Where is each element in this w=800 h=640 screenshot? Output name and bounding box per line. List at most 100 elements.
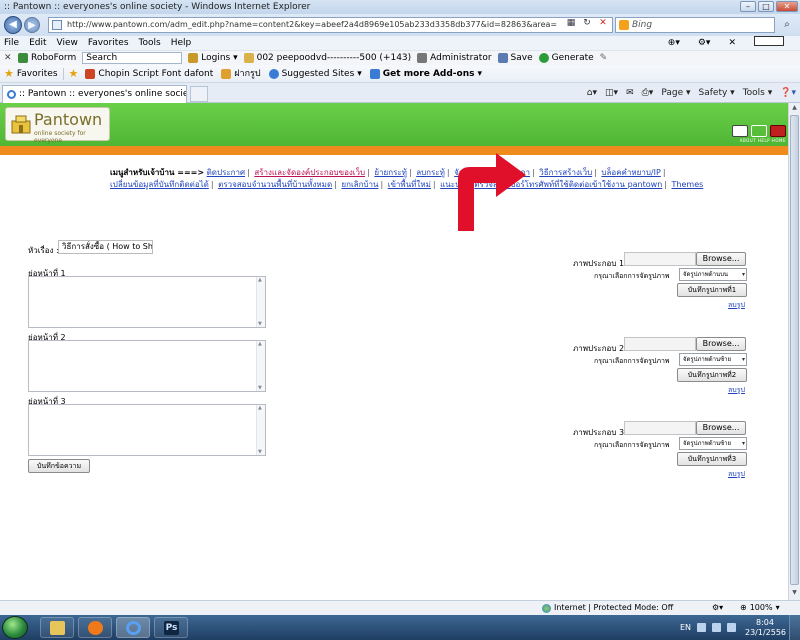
- passcard-button[interactable]: 002 peepoodvd----------500 (+143): [243, 51, 411, 65]
- image-3-align-select[interactable]: จัดรูปภาพด้านซ้าย ▾: [679, 437, 747, 450]
- image-1-align-select[interactable]: จัดรูปภาพด้านบน ▾: [679, 268, 747, 281]
- scroll-thumb[interactable]: [790, 115, 799, 585]
- menu-favorites[interactable]: Favorites: [88, 36, 129, 50]
- nav-link-change-contact[interactable]: เปลี่ยนข้อมูลที่บันทึกติดต่อได้: [110, 180, 209, 189]
- show-desktop-button[interactable]: [789, 615, 800, 640]
- nav-link-move-topic[interactable]: ย้ายกระทู้: [374, 168, 407, 177]
- security-zone[interactable]: Internet | Protected Mode: Off: [542, 601, 673, 615]
- logins-button[interactable]: Logins ▾: [188, 51, 238, 65]
- roboform-button[interactable]: RoboForm: [18, 51, 76, 65]
- nav-link-howto-build[interactable]: วิธีการสร้างเว็บ: [539, 168, 592, 177]
- image-2-file-input[interactable]: [624, 337, 696, 351]
- home-icon[interactable]: ⌂▾: [587, 86, 597, 100]
- search-box[interactable]: Bing: [615, 17, 775, 33]
- image-1-delete-link[interactable]: ลบรูป: [728, 300, 745, 311]
- forward-button[interactable]: ▶: [24, 17, 40, 33]
- fav-suggested-sites[interactable]: Suggested Sites: [282, 65, 355, 83]
- tray-arrow-icon[interactable]: [697, 623, 707, 632]
- help-tools-icon[interactable]: [751, 125, 767, 137]
- fav-chopin-link[interactable]: Chopin Script Font dafont: [98, 65, 213, 83]
- image-3-delete-link[interactable]: ลบรูป: [728, 469, 745, 480]
- subject-input[interactable]: วิธีการสั่งซื้อ ( How to Shop: [58, 240, 153, 254]
- menu-edit[interactable]: Edit: [29, 36, 46, 50]
- nav-link-block-ip[interactable]: บล็อคคำหยาบ/IP: [601, 168, 660, 177]
- nav-link-themes[interactable]: Themes: [672, 180, 704, 189]
- settings-icon[interactable]: ⚙▾: [698, 36, 711, 50]
- search-icon[interactable]: ⌕: [779, 18, 795, 32]
- maximize-button[interactable]: □: [758, 1, 774, 12]
- save-text-button[interactable]: บันทึกข้อความ: [28, 459, 90, 473]
- image-3-file-input[interactable]: [624, 421, 696, 435]
- image-2-save-button[interactable]: บันทึกรูปภาพที่2: [677, 368, 747, 382]
- nav-link-build-web[interactable]: สร้างและจัดองค์ประกอบของเว็บ: [254, 168, 365, 177]
- paragraph-3-scrollbar[interactable]: ▲ ▼: [256, 405, 265, 455]
- network-icon[interactable]: [712, 623, 722, 632]
- close-roboform-icon[interactable]: ✕: [4, 51, 14, 65]
- status-tools-icon[interactable]: ⚙▾: [712, 601, 723, 615]
- taskbar-internet-explorer[interactable]: [116, 617, 150, 638]
- image-1-file-input[interactable]: [624, 252, 696, 266]
- image-1-save-button[interactable]: บันทึกรูปภาพที่1: [677, 283, 747, 297]
- nav-link-delete-topic[interactable]: ลบกระทู้: [416, 168, 445, 177]
- image-1-browse-button[interactable]: Browse...: [696, 252, 746, 266]
- mail-icon[interactable]: ✉: [626, 86, 634, 100]
- refresh-icon[interactable]: ↻: [581, 17, 593, 29]
- help-icon[interactable]: ❓▾: [780, 86, 796, 100]
- page-menu[interactable]: Page ▾: [661, 86, 690, 100]
- translate-icon[interactable]: ⊕▾: [668, 36, 680, 50]
- paragraph-1-scrollbar[interactable]: ▲ ▼: [256, 277, 265, 327]
- menu-view[interactable]: View: [57, 36, 78, 50]
- roboform-search-input[interactable]: Search: [82, 52, 183, 64]
- favorites-button[interactable]: Favorites: [17, 65, 58, 83]
- scroll-up-icon[interactable]: ▲: [790, 104, 799, 114]
- start-button[interactable]: [2, 616, 28, 639]
- tools-menu[interactable]: Tools ▾: [743, 86, 773, 100]
- nav-link-new-space[interactable]: เข้าพื้นที่ใหม่: [388, 180, 431, 189]
- menu-tools[interactable]: Tools: [139, 36, 161, 50]
- safety-menu[interactable]: Safety ▾: [699, 86, 735, 100]
- add-favorite-icon[interactable]: ★: [69, 65, 79, 83]
- paragraph-3-textarea[interactable]: ▲ ▼: [28, 404, 266, 456]
- site-logo[interactable]: Pantown online society for everyone: [5, 107, 110, 144]
- fav-fakrup-link[interactable]: ฝากรูป: [234, 65, 260, 83]
- nav-link-cancel-house[interactable]: ยกเลิกบ้าน: [341, 180, 378, 189]
- minimize-button[interactable]: –: [740, 1, 756, 12]
- compat-view-icon[interactable]: ▦: [565, 17, 577, 29]
- generate-button[interactable]: Generate: [538, 51, 594, 65]
- close-toolbar-icon[interactable]: ✕: [728, 36, 736, 50]
- tab-pantown[interactable]: :: Pantown :: everyones's online society: [2, 85, 187, 103]
- back-button[interactable]: ◀: [4, 16, 22, 34]
- paragraph-2-scrollbar[interactable]: ▲ ▼: [256, 341, 265, 391]
- image-3-browse-button[interactable]: Browse...: [696, 421, 746, 435]
- page-scrollbar[interactable]: ▲ ▼: [788, 103, 800, 600]
- administrator-button[interactable]: Administrator: [417, 51, 492, 65]
- about-icon[interactable]: [732, 125, 748, 137]
- image-3-save-button[interactable]: บันทึกรูปภาพที่3: [677, 452, 747, 466]
- fav-get-addons[interactable]: Get more Add-ons: [383, 65, 475, 83]
- volume-icon[interactable]: [727, 623, 737, 632]
- menu-help[interactable]: Help: [171, 36, 192, 50]
- scroll-down-icon[interactable]: ▼: [790, 589, 799, 599]
- nav-link-post[interactable]: ติดประกาศ: [207, 168, 245, 177]
- zoom-control[interactable]: ⊕ 100% ▾: [740, 601, 780, 615]
- paragraph-1-textarea[interactable]: ▲ ▼: [28, 276, 266, 328]
- paragraph-2-textarea[interactable]: ▲ ▼: [28, 340, 266, 392]
- clock[interactable]: 8:04 23/1/2556: [745, 618, 786, 638]
- image-2-browse-button[interactable]: Browse...: [696, 337, 746, 351]
- menu-file[interactable]: File: [4, 36, 19, 50]
- close-window-button[interactable]: ✕: [776, 1, 798, 12]
- new-tab-button[interactable]: [190, 86, 208, 102]
- feeds-icon[interactable]: ◫▾: [605, 86, 618, 100]
- image-2-align-select[interactable]: จัดรูปภาพด้านซ้าย ▾: [679, 353, 747, 366]
- print-icon[interactable]: ⎙▾: [642, 86, 654, 100]
- edit-pen-icon[interactable]: ✎: [600, 51, 608, 65]
- stop-icon[interactable]: ✕: [597, 17, 609, 29]
- taskbar-photoshop[interactable]: Ps: [154, 617, 188, 638]
- save-button[interactable]: Save: [497, 51, 533, 65]
- language-indicator[interactable]: EN: [680, 623, 691, 632]
- home-red-icon[interactable]: [770, 125, 786, 137]
- address-bar[interactable]: http://www.pantown.com/adm_edit.php?name…: [48, 17, 613, 33]
- image-2-delete-link[interactable]: ลบรูป: [728, 385, 745, 396]
- taskbar-explorer[interactable]: [40, 617, 74, 638]
- taskbar-media-player[interactable]: [78, 617, 112, 638]
